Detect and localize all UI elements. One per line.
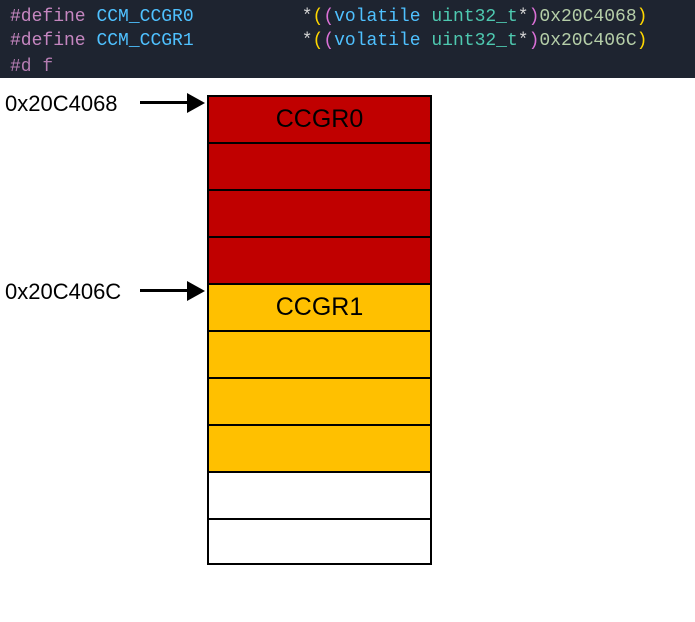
token-addr: 0x20C4068 xyxy=(539,7,636,27)
token-paren: ) xyxy=(637,7,648,27)
token-name: CCM_CCGR0 xyxy=(96,7,193,27)
token-volatile: volatile xyxy=(334,7,420,27)
token-star: * xyxy=(518,7,529,27)
token-paren: ( xyxy=(323,7,334,27)
token-type: uint32_t xyxy=(431,31,517,51)
token-star: * xyxy=(302,31,313,51)
memory-cell-ccgr1: CCGR1 xyxy=(207,283,432,330)
address-label-1: 0x20C406C xyxy=(5,279,121,305)
token-addr: 0x20C406C xyxy=(539,31,636,51)
token-name: CCM_CCGR1 xyxy=(96,31,193,51)
token-define: #define xyxy=(10,31,86,51)
token-paren: ) xyxy=(529,31,540,51)
code-line-2: #define CCM_CCGR1 *((volatile uint32_t*)… xyxy=(10,29,685,53)
memory-cell xyxy=(207,424,432,471)
token-paren: ) xyxy=(637,31,648,51)
token-star: * xyxy=(302,7,313,27)
token-volatile: volatile xyxy=(334,31,420,51)
memory-cell xyxy=(207,471,432,518)
token-paren: ( xyxy=(313,7,324,27)
memory-cell-ccgr0: CCGR0 xyxy=(207,95,432,142)
token-star: * xyxy=(518,31,529,51)
memory-cell xyxy=(207,330,432,377)
token-paren: ( xyxy=(323,31,334,51)
code-line-3-partial: #d f xyxy=(10,55,685,78)
memory-stack: CCGR0 CCGR1 xyxy=(207,95,432,565)
memory-cell xyxy=(207,142,432,189)
code-line-1: #define CCM_CCGR0 *((volatile uint32_t*)… xyxy=(10,5,685,29)
memory-cell xyxy=(207,189,432,236)
token-paren: ) xyxy=(529,7,540,27)
token-define: #define xyxy=(10,7,86,27)
memory-cell xyxy=(207,377,432,424)
token-type: uint32_t xyxy=(431,7,517,27)
code-block: #define CCM_CCGR0 *((volatile uint32_t*)… xyxy=(0,0,695,78)
address-label-0: 0x20C4068 xyxy=(5,91,118,117)
memory-cell xyxy=(207,518,432,565)
memory-cell xyxy=(207,236,432,283)
token-paren: ( xyxy=(313,31,324,51)
